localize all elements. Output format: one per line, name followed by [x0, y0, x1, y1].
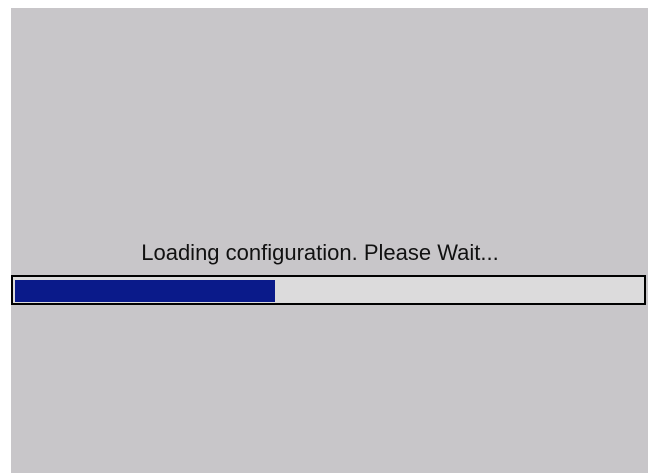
progress-bar-fill: [15, 280, 275, 302]
loading-status-label: Loading configuration. Please Wait...: [141, 240, 499, 265]
progress-bar: [11, 275, 646, 305]
